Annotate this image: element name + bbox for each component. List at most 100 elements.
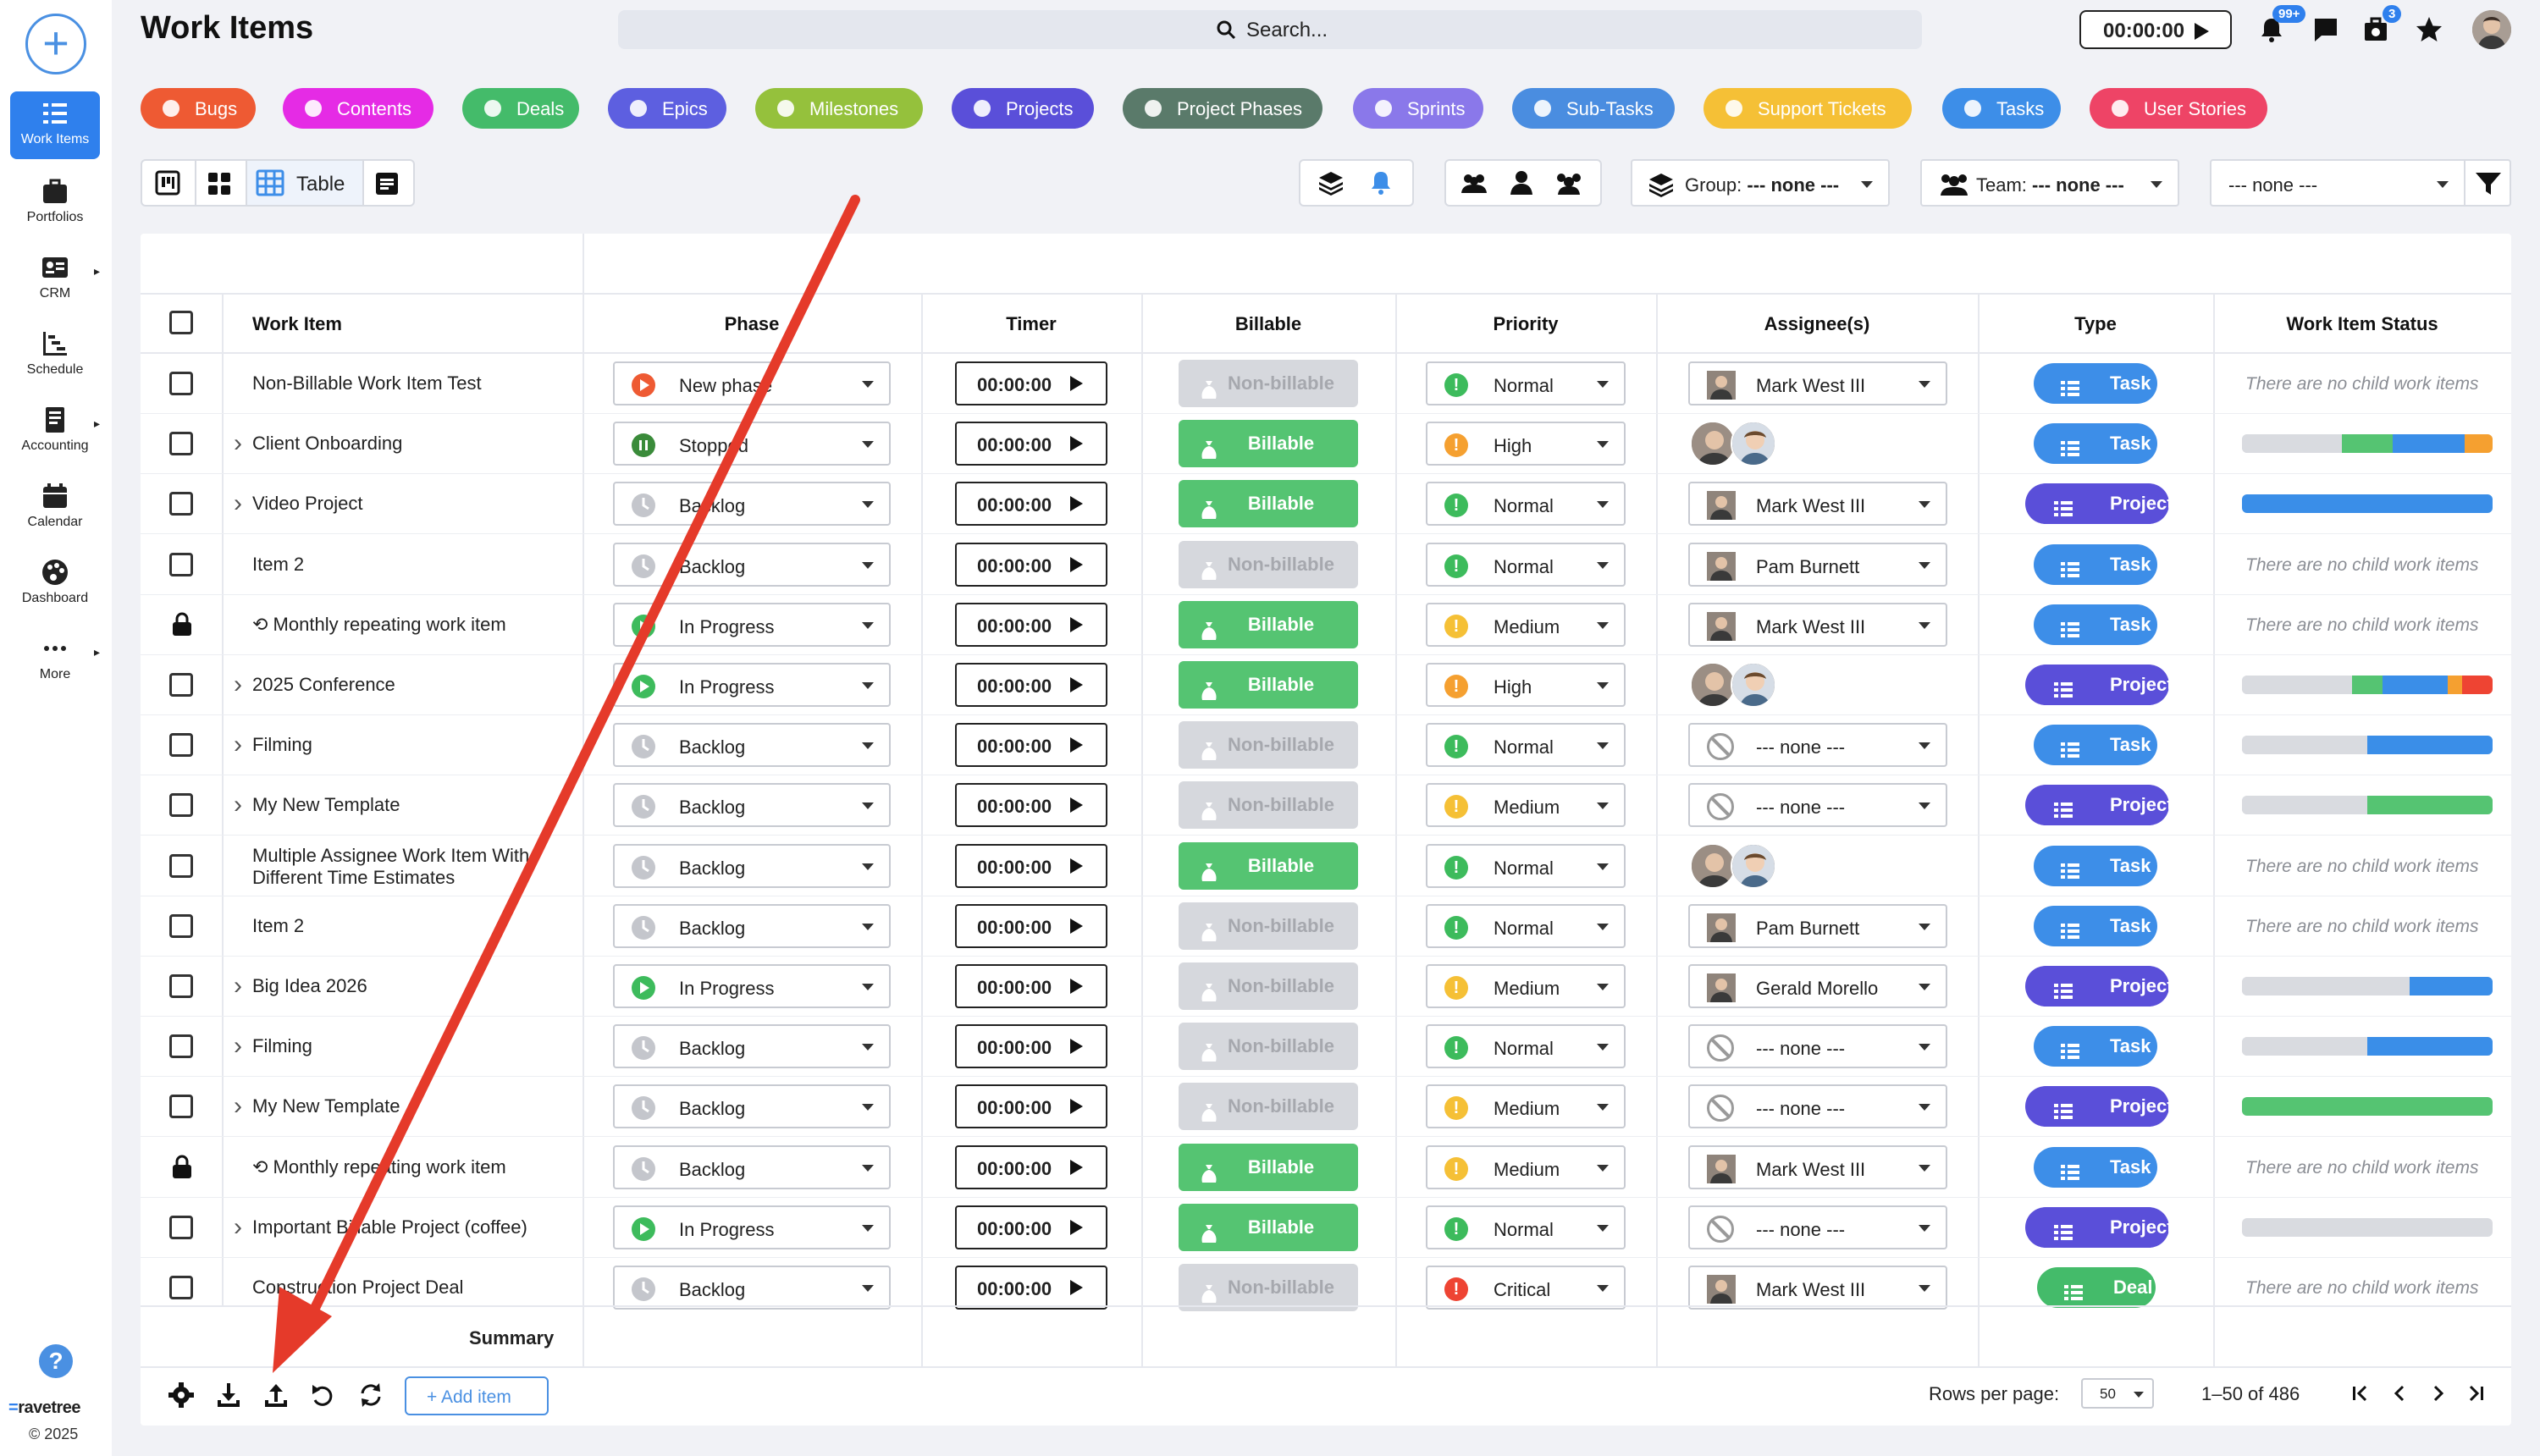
work-item-name[interactable]: Video Project	[252, 493, 574, 515]
type-badge[interactable]: Task	[2034, 905, 2157, 946]
priority-select[interactable]: ! Normal	[1426, 542, 1626, 587]
filter-pill-deals[interactable]: Deals	[462, 88, 579, 129]
assignee-select[interactable]: Pam Burnett	[1688, 542, 1947, 587]
work-item-name[interactable]: Non-Billable Work Item Test	[252, 372, 574, 394]
priority-select[interactable]: ! High	[1426, 663, 1626, 707]
work-item-name[interactable]: Client Onboarding	[252, 433, 574, 455]
upload-icon[interactable]	[262, 1382, 290, 1409]
row-timer-button[interactable]: 00:00:00	[955, 361, 1107, 405]
type-badge[interactable]: Task	[2034, 1026, 2157, 1067]
row-checkbox[interactable]	[169, 913, 193, 938]
expand-chevron-icon[interactable]: ›	[234, 731, 242, 759]
table-row[interactable]: Item 2 Backlog 00:00:00 Non-billable! Normal…	[0, 896, 2540, 957]
row-checkbox[interactable]	[169, 372, 193, 395]
billable-badge[interactable]: Billable	[1179, 1203, 1358, 1251]
row-timer-button[interactable]: 00:00:00	[955, 602, 1107, 647]
billable-badge[interactable]: Non-billable	[1179, 962, 1358, 1010]
row-checkbox[interactable]	[169, 733, 193, 758]
global-timer-button[interactable]: 00:00:00	[2079, 10, 2232, 49]
expand-chevron-icon[interactable]: ›	[234, 670, 242, 699]
table-row[interactable]: › My New Template Backlog 00:00:00 Non-billa…	[0, 1077, 2540, 1138]
prev-page-icon[interactable]	[2389, 1383, 2410, 1404]
phase-select[interactable]: Backlog	[613, 482, 891, 527]
expand-chevron-icon[interactable]: ›	[234, 1092, 242, 1121]
phase-select[interactable]: New phase	[613, 361, 891, 405]
assignee-avatar[interactable]	[1690, 842, 1736, 889]
group-dropdown[interactable]: Group: --- none ---	[1631, 159, 1890, 207]
row-timer-button[interactable]: 00:00:00	[955, 663, 1107, 707]
user-avatar[interactable]	[2472, 10, 2511, 49]
row-checkbox[interactable]	[169, 1034, 193, 1059]
billable-badge[interactable]: Billable	[1179, 480, 1358, 528]
table-view-button[interactable]: Table	[247, 161, 362, 205]
work-item-name[interactable]: My New Template	[252, 794, 574, 816]
column-header-work-item[interactable]: Work Item	[252, 295, 574, 354]
row-timer-button[interactable]: 00:00:00	[955, 723, 1107, 768]
single-user-icon[interactable]	[1509, 169, 1534, 196]
table-row[interactable]: › Big Idea 2026 In Progress 00:00:00 Non-bil…	[0, 957, 2540, 1017]
row-timer-button[interactable]: 00:00:00	[955, 964, 1107, 1008]
work-item-name[interactable]: ⟲ Monthly repeating work item	[252, 1156, 574, 1178]
column-header-type[interactable]: Type	[1978, 295, 2213, 354]
work-item-name[interactable]: My New Template	[252, 1095, 574, 1117]
row-timer-button[interactable]: 00:00:00	[955, 843, 1107, 888]
type-badge[interactable]: Task	[2034, 543, 2157, 585]
row-checkbox[interactable]	[169, 1095, 193, 1119]
expand-chevron-icon[interactable]: ›	[234, 429, 242, 458]
billable-badge[interactable]: Non-billable	[1179, 781, 1358, 830]
rows-per-page-select[interactable]: 50	[2081, 1378, 2154, 1409]
filter-pill-support-tickets[interactable]: Support Tickets	[1703, 88, 1912, 129]
phase-select[interactable]: Backlog	[613, 843, 891, 888]
type-badge[interactable]: Task	[2034, 725, 2157, 766]
layers-icon[interactable]	[1317, 169, 1345, 196]
table-row[interactable]: › Important Billable Project (coffee) In P…	[0, 1198, 2540, 1258]
column-header-timer[interactable]: Timer	[921, 295, 1141, 354]
group-users-icon[interactable]	[1460, 171, 1488, 196]
billable-badge[interactable]: Billable	[1179, 420, 1358, 468]
filter-pill-user-stories[interactable]: User Stories	[2090, 88, 2267, 129]
column-header-work-item-status[interactable]: Work Item Status	[2213, 295, 2511, 354]
column-header-phase[interactable]: Phase	[583, 295, 921, 354]
phase-select[interactable]: In Progress	[613, 663, 891, 707]
expand-chevron-icon[interactable]: ›	[234, 489, 242, 518]
saved-filter-dropdown[interactable]: --- none ---	[2210, 159, 2465, 207]
assignee-select[interactable]: Mark West III	[1688, 1266, 1947, 1310]
billable-badge[interactable]: Billable	[1179, 600, 1358, 648]
work-item-name[interactable]: Item 2	[252, 554, 574, 576]
table-row[interactable]: Item 2 Backlog 00:00:00 Non-billable! Normal…	[0, 535, 2540, 595]
priority-select[interactable]: ! Critical	[1426, 1266, 1626, 1310]
billable-badge[interactable]: Non-billable	[1179, 1264, 1358, 1311]
row-timer-button[interactable]: 00:00:00	[955, 783, 1107, 828]
priority-select[interactable]: ! Medium	[1426, 1144, 1626, 1189]
assignee-select[interactable]: Mark West III	[1688, 361, 1947, 405]
priority-select[interactable]: ! Normal	[1426, 843, 1626, 888]
assignee-select[interactable]: Mark West III	[1688, 1144, 1947, 1189]
type-badge[interactable]: Project	[2025, 665, 2173, 705]
column-header-billable[interactable]: Billable	[1141, 295, 1395, 354]
work-item-name[interactable]: 2025 Conference	[252, 674, 574, 696]
priority-select[interactable]: ! Normal	[1426, 723, 1626, 768]
row-checkbox[interactable]	[169, 492, 193, 516]
column-header-assignee-s[interactable]: Assignee(s)	[1656, 295, 1978, 354]
table-row[interactable]: › Filming Backlog 00:00:00 Non-billable! Norm…	[0, 715, 2540, 776]
list-view-icon[interactable]	[374, 171, 400, 196]
type-badge[interactable]: Task	[2034, 845, 2157, 886]
table-row[interactable]: › Filming Backlog 00:00:00 Non-billable! Norm…	[0, 1017, 2540, 1078]
undo-icon[interactable]	[310, 1382, 337, 1409]
filter-pill-bugs[interactable]: Bugs	[141, 88, 256, 129]
type-badge[interactable]: Task	[2034, 423, 2157, 465]
billable-badge[interactable]: Non-billable	[1179, 360, 1358, 407]
settings-gear-icon[interactable]	[168, 1382, 195, 1409]
priority-select[interactable]: ! Medium	[1426, 602, 1626, 647]
phase-select[interactable]: Backlog	[613, 1144, 891, 1189]
filter-button[interactable]	[2464, 159, 2511, 207]
assignee-avatar[interactable]	[1731, 662, 1776, 708]
download-icon[interactable]	[215, 1382, 242, 1409]
assignee-select[interactable]: --- none ---	[1688, 1205, 1947, 1249]
assignee-select[interactable]: Mark West III	[1688, 482, 1947, 527]
phase-select[interactable]: Backlog	[613, 1024, 891, 1069]
billable-badge[interactable]: Non-billable	[1179, 1023, 1358, 1071]
row-checkbox[interactable]	[169, 673, 193, 697]
row-checkbox[interactable]	[169, 1215, 193, 1239]
filter-pill-tasks[interactable]: Tasks	[1942, 88, 2061, 129]
